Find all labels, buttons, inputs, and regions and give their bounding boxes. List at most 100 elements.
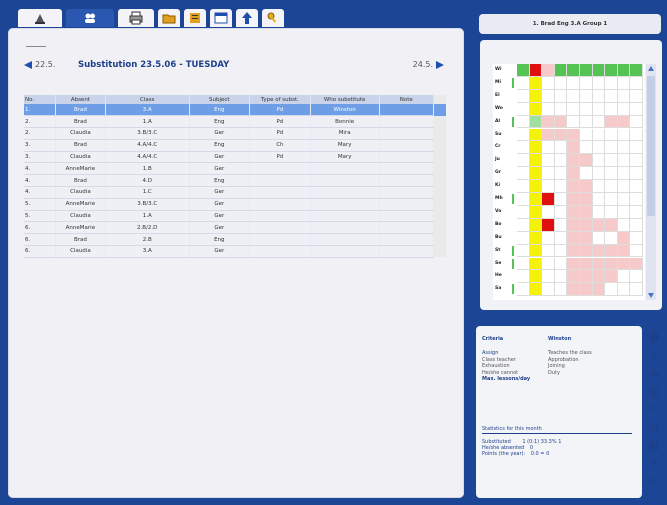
grid-cell[interactable] [542,270,555,284]
grid-cell[interactable] [605,244,618,258]
scroll-up-icon[interactable] [648,66,654,71]
col-absent[interactable]: Absent [55,95,106,104]
grid-cell[interactable] [580,76,593,90]
grid-cell[interactable] [529,218,543,232]
grid-cell[interactable] [605,76,618,90]
save-icon[interactable]: ▣ [647,384,661,398]
grid-cell[interactable] [617,115,631,129]
grid-cell[interactable] [580,244,593,258]
grid-cell[interactable] [580,167,593,181]
grid-cell[interactable] [517,257,530,271]
grid-cell[interactable] [567,102,580,116]
col-note[interactable]: Note [379,95,434,104]
group-icon[interactable]: ♙ [647,348,661,362]
grid-cell[interactable] [630,244,643,258]
grid-cell[interactable] [605,167,618,181]
table-row[interactable]: 5. AnneMarie 3.B/3.C Ger [24,198,446,211]
scroll-thumb[interactable] [647,76,655,216]
grid-cell[interactable] [567,270,580,284]
grid-cell[interactable] [567,257,580,271]
grid-cell[interactable] [554,193,568,206]
col-who[interactable]: Who substitute [310,95,380,104]
grid-cell[interactable] [617,270,631,284]
grid-cell[interactable] [554,102,568,116]
grid-cell[interactable] [567,115,580,129]
grid-cell[interactable] [567,64,580,77]
grid-cell[interactable] [542,141,555,155]
col-type[interactable]: Type of subst. [249,95,311,104]
grid-cell[interactable] [542,102,555,116]
grid-cell[interactable] [605,218,618,232]
grid-cell[interactable] [630,115,643,129]
grid-cell[interactable] [592,231,606,245]
grid-cell[interactable] [592,76,606,90]
grid-cell[interactable] [542,128,555,142]
grid-cell[interactable] [529,76,543,90]
grid-cell[interactable] [580,128,593,142]
grid-cell[interactable] [554,283,568,297]
grid-cell[interactable] [567,167,580,181]
help-icon[interactable]: ? [647,456,661,470]
grid-cell[interactable] [567,193,580,206]
grid-cell[interactable] [580,283,593,297]
grid-cell[interactable] [517,283,530,297]
grid-cell[interactable] [630,89,643,103]
grid-cell[interactable] [580,154,593,168]
grid-cell[interactable] [567,205,580,219]
grid-cell[interactable] [605,141,618,155]
grid-cell[interactable] [617,231,631,245]
grid-cell[interactable] [554,115,568,129]
grid-cell[interactable] [529,180,543,193]
grid-cell[interactable] [542,89,555,103]
grid-cell[interactable] [517,141,530,155]
grid-cell[interactable] [567,283,580,297]
grid-cell[interactable] [554,89,568,103]
grid-cell[interactable] [554,218,568,232]
grid-cell[interactable] [605,231,618,245]
pen-icon[interactable]: ✎ [647,402,661,416]
grid-cell[interactable] [529,270,543,284]
grid-cell[interactable] [542,283,555,297]
table-row[interactable]: 6. Claudia 3.A Ger [24,245,446,258]
grid-cell[interactable] [542,257,555,271]
grid-cell[interactable] [630,141,643,155]
grid-cell[interactable] [542,115,555,129]
grid-cell[interactable] [605,115,618,129]
grid-cell[interactable] [592,218,606,232]
key-tab[interactable] [262,9,284,27]
grid-cell[interactable] [605,283,618,297]
grid-cell[interactable] [529,244,543,258]
grid-cell[interactable] [592,128,606,142]
grid-cell[interactable] [567,244,580,258]
grid-scrollbar[interactable] [646,64,656,300]
bar-icon[interactable]: ▬ [647,366,661,380]
grid-cell[interactable] [529,167,543,181]
grid-cell[interactable] [630,218,643,232]
grid-cell[interactable] [580,205,593,219]
table-row[interactable]: 2. Brad 1.A Eng Pd Bonnie [24,115,446,129]
grid-cell[interactable] [529,283,543,297]
calendar-icon[interactable]: ▦ [647,438,661,452]
scroll-down-icon[interactable] [648,293,654,298]
folder-tab[interactable] [158,9,180,27]
grid-cell[interactable] [630,167,643,181]
grid-cell[interactable] [617,102,631,116]
grid-cell[interactable] [517,128,530,142]
grid-cell[interactable] [605,102,618,116]
grid-cell[interactable] [592,102,606,116]
grid-cell[interactable] [592,115,606,129]
grid-cell[interactable] [592,193,606,206]
grid-cell[interactable] [529,231,543,245]
grid-cell[interactable] [617,76,631,90]
settings-icon[interactable]: ⚙ [647,474,661,488]
grid-cell[interactable] [617,244,631,258]
grid-cell[interactable] [542,76,555,90]
grid-cell[interactable] [617,141,631,155]
table-row[interactable]: 1. Brad 3.A Eng Pd Winston [24,104,446,117]
grid-cell[interactable] [605,205,618,219]
grid-cell[interactable] [517,167,530,181]
grid-cell[interactable] [592,154,606,168]
grid-cell[interactable] [529,141,543,155]
grid-cell[interactable] [529,102,543,116]
col-subject[interactable]: Subject [189,95,251,104]
